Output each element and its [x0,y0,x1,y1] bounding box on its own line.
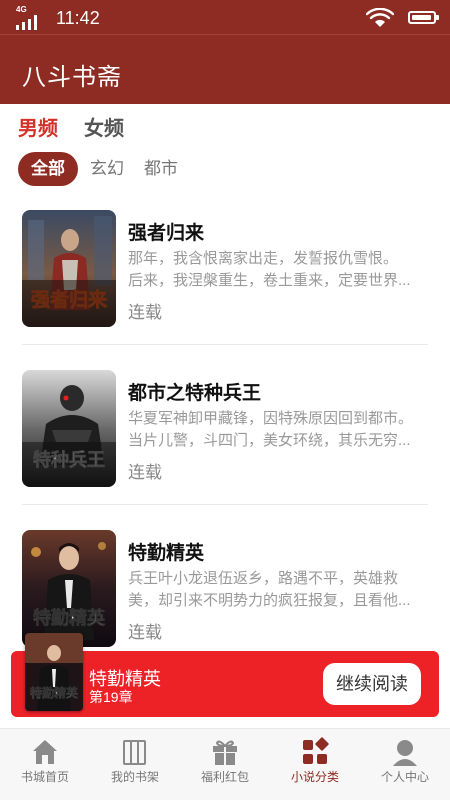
book-description-line: 美，却引来不明势力的疯狂报复，且看他... [128,592,411,609]
divider [22,344,428,345]
status-bar: 4G 11:42 [0,0,450,34]
category-urban[interactable]: 都市 [144,152,178,186]
tab-profile[interactable]: 个人中心 [360,729,450,800]
cover-title: 特种兵王 [33,449,105,471]
book-description: 华夏军神卸甲藏锋，因特殊原因回到都市。 当片儿警，斗四门，美女环绕，其乐无穷..… [128,408,428,452]
continue-chapter: 第19章 [89,689,133,705]
wifi-icon [366,8,394,27]
cover-title: 特勤精英 [30,685,79,700]
book-cover[interactable]: 强者归来 [22,210,116,327]
bottom-tab-bar: 书城首页 我的书架 福利红包 小说分类 个人中心 [0,728,450,800]
book-status: 连载 [128,463,162,482]
tab-category[interactable]: 小说分类 [270,729,360,800]
tab-bookshelf[interactable]: 我的书架 [90,729,180,800]
book-description: 兵王叶小龙退伍返乡，路遇不平，英雄救 美，却引来不明势力的疯狂报复，且看他... [128,568,428,612]
continue-reading-banner[interactable]: 特勤精英 特勤精英 第19章 继续阅读 [11,633,439,717]
book-description-line: 当片儿警，斗四门，美女环绕，其乐无穷... [128,432,411,449]
bookshelf-icon [123,740,146,765]
clock: 11:42 [56,8,100,28]
cover-title: 强者归来 [31,288,107,311]
user-icon [393,740,417,766]
book-description-line: 兵王叶小龙退伍返乡，路遇不平，英雄救 [128,570,399,587]
book-item[interactable]: 特种兵王 都市之特种兵王 华夏军神卸甲藏锋，因特殊原因回到都市。 当片儿警，斗四… [22,370,428,505]
book-cover[interactable]: 特勤精英 [22,530,116,647]
tab-male[interactable]: 男频 [18,112,58,141]
book-item[interactable]: 强者归来 强者归来 那年，我含恨离家出走，发誓报仇雪恨。 后来，我涅槃重生，卷土… [22,210,428,345]
book-status: 连载 [128,623,162,642]
book-title: 强者归来 [128,223,205,244]
book-description: 那年，我含恨离家出走，发誓报仇雪恨。 后来，我涅槃重生，卷土重来，定要世界... [128,248,428,292]
tab-label: 书城首页 [20,770,69,784]
network-type: 4G [16,5,27,14]
book-description-line: 后来，我涅槃重生，卷土重来，定要世界... [128,272,411,289]
book-title: 特勤精英 [128,543,205,564]
battery-icon [408,11,439,24]
category-icon [303,737,329,764]
signal-icon [16,14,42,30]
tab-gift[interactable]: 福利红包 [180,729,270,800]
category-all[interactable]: 全部 [18,152,78,186]
book-description-line: 华夏军神卸甲藏锋，因特殊原因回到都市。 [128,410,414,427]
continue-book-cover[interactable]: 特勤精英 [25,633,83,711]
tab-label: 我的书架 [110,770,159,784]
home-icon [33,740,57,764]
book-description-line: 那年，我含恨离家出走，发誓报仇雪恨。 [128,250,399,267]
tab-label: 个人中心 [380,770,429,784]
category-fantasy[interactable]: 玄幻 [90,152,124,186]
tab-label: 小说分类 [290,770,339,784]
book-status: 连载 [128,303,162,322]
app-bar: 八斗书斋 [0,34,450,104]
book-title: 都市之特种兵王 [128,383,262,404]
divider [22,504,428,505]
app-title: 八斗书斋 [22,64,122,91]
tab-home[interactable]: 书城首页 [0,729,90,800]
tab-label: 福利红包 [200,770,249,784]
continue-reading-button[interactable]: 继续阅读 [323,663,421,705]
gift-icon [213,740,237,765]
tab-female[interactable]: 女频 [84,112,124,141]
cover-title: 特勤精英 [33,607,106,629]
book-cover[interactable]: 特种兵王 [22,370,116,487]
